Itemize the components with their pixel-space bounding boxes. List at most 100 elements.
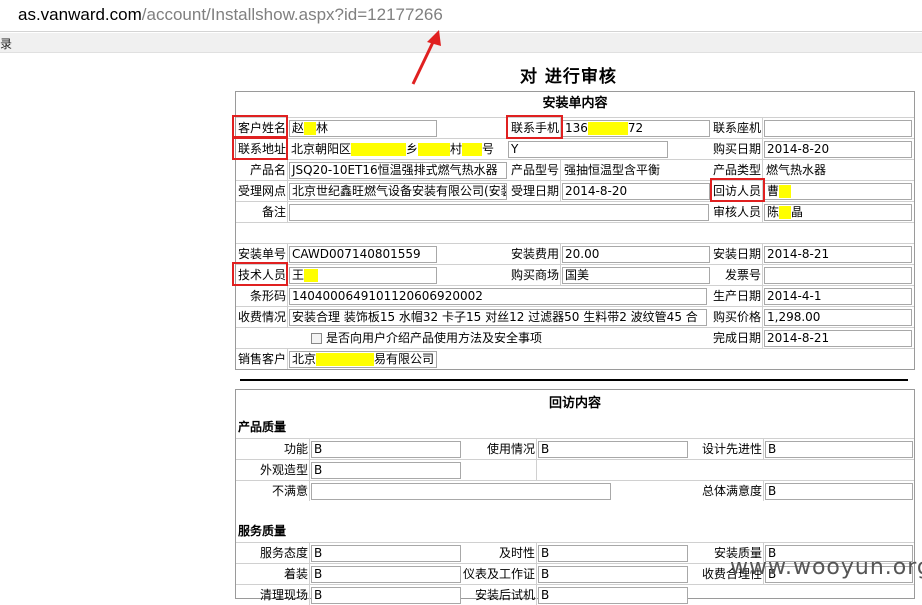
phone-field[interactable]: 136 72 — [562, 120, 710, 137]
func-label: 功能 — [236, 439, 310, 459]
prod-date-field[interactable]: 2014-4-1 — [764, 288, 912, 305]
tech-field[interactable]: 王 — [289, 267, 437, 284]
finish-date-label: 完成日期 — [712, 328, 763, 348]
redaction-mark — [351, 143, 407, 156]
design-label: 设计先进性 — [689, 439, 764, 459]
install-date-label: 安装日期 — [712, 244, 763, 264]
table-row: 功能 B 使用情况 B 设计先进性 B — [236, 438, 914, 459]
timely-label: 及时性 — [462, 543, 537, 563]
price-label: 购买价格 — [712, 307, 763, 327]
intro-checkbox-row[interactable]: 是否向用户介绍产品使用方法及安全事项 — [289, 328, 709, 348]
redaction-mark — [304, 269, 319, 282]
order-no-field[interactable]: CAWD007140801559 — [289, 246, 437, 263]
dress-field[interactable]: B — [311, 566, 461, 583]
sales-label: 销售客户 — [236, 349, 288, 369]
func-field[interactable]: B — [311, 441, 461, 458]
redaction-mark — [779, 206, 792, 219]
manner-field[interactable]: B — [538, 566, 688, 583]
appearance-field[interactable]: B — [311, 462, 461, 479]
customer-name-field[interactable]: 赵林 — [289, 120, 437, 137]
address-label: 联系地址 — [236, 139, 288, 159]
table-row: 联系地址 北京朝阳区乡村号 Y 购买日期 2014-8-20 — [236, 138, 914, 159]
quality-heading: 产品质量 — [238, 420, 287, 434]
usage-field[interactable]: B — [538, 441, 688, 458]
charge-label: 收费情况 — [236, 307, 288, 327]
redaction-mark — [462, 143, 483, 156]
address-bar[interactable]: as.vanward.com/account/Installshow.aspx?… — [0, 0, 922, 32]
invoice-label: 发票号 — [712, 265, 763, 285]
model-label: 产品型号 — [508, 160, 561, 180]
visitor-label: 回访人员 — [712, 181, 763, 201]
table-row: 备注 审核人员 陈晶 — [236, 201, 914, 222]
landline-field[interactable] — [764, 120, 912, 137]
mall-field[interactable]: 国美 — [562, 267, 710, 284]
product-name-field[interactable]: JSQ20-10ET16恒温强排式燃气热水器 — [289, 162, 507, 179]
accept-date-field[interactable]: 2014-8-20 — [562, 183, 710, 200]
table-row: 条形码 1404000649101120606920002 生产日期 2014-… — [236, 285, 914, 306]
table-row: 外观造型 B — [236, 459, 914, 480]
visit-section-title: 回访内容 — [548, 396, 601, 411]
auditor-field[interactable]: 陈晶 — [764, 204, 912, 221]
model-value: 强抽恒温型含平衡 — [564, 163, 661, 177]
menu-bar: 录 — [0, 33, 922, 53]
landline-label: 联系座机 — [712, 118, 763, 138]
remark-field[interactable] — [289, 204, 709, 221]
mall-label: 购买商场 — [508, 265, 561, 285]
product-name-label: 产品名 — [236, 160, 288, 180]
intro-checkbox[interactable] — [311, 333, 322, 344]
table-row: 收费情况 安装合理 装饰板15 水帽32 卡子15 对丝12 过滤器50 生料带… — [236, 306, 914, 327]
remark-label: 备注 — [236, 202, 288, 222]
overall-label: 总体满意度 — [689, 481, 764, 501]
barcode-field[interactable]: 1404000649101120606920002 — [289, 288, 707, 305]
dress-label: 着装 — [236, 564, 310, 584]
overall-field[interactable]: B — [765, 483, 913, 500]
table-row: 技术人员 王 购买商场 国美 发票号 — [236, 264, 914, 285]
annotation-arrow-icon — [411, 30, 441, 85]
unsatisfied-label: 不满意 — [236, 481, 310, 501]
redaction-mark — [587, 122, 628, 135]
unsatisfied-field[interactable] — [311, 483, 611, 500]
buy-date-field[interactable]: 2014-8-20 — [764, 141, 912, 158]
table-row: 产品名 JSQ20-10ET16恒温强排式燃气热水器 产品型号 强抽恒温型含平衡… — [236, 159, 914, 180]
barcode-label: 条形码 — [236, 286, 288, 306]
table-row: 不满意 总体满意度 B — [236, 480, 914, 501]
auditor-label: 审核人员 — [712, 202, 763, 222]
outlet-label: 受理网点 — [236, 181, 288, 201]
phone-label: 联系手机 — [508, 118, 561, 138]
tech-label: 技术人员 — [236, 265, 288, 285]
fee-field[interactable]: 20.00 — [562, 246, 710, 263]
charge-field[interactable]: 安装合理 装饰板15 水帽32 卡子15 对丝12 过滤器50 生料带2 波纹管… — [289, 309, 707, 326]
install-section: 安装单内容 客户姓名 赵林 联系手机 136 72 联系座机 联系地址 北京朝阳区… — [235, 91, 915, 370]
install-section-title: 安装单内容 — [542, 96, 608, 111]
empty-cell — [462, 460, 537, 480]
menu-item[interactable]: 录 — [0, 35, 12, 52]
price-field[interactable]: 1,298.00 — [764, 309, 912, 326]
attitude-label: 服务态度 — [236, 543, 310, 563]
attitude-field[interactable]: B — [311, 545, 461, 562]
finish-date-field[interactable]: 2014-8-21 — [764, 330, 912, 347]
design-field[interactable]: B — [765, 441, 913, 458]
sales-field[interactable]: 北京 易有限公司 — [289, 351, 437, 368]
visitor-field[interactable]: 曹 — [764, 183, 912, 200]
url-text[interactable]: as.vanward.com/account/Installshow.aspx?… — [18, 5, 443, 25]
redaction-mark — [779, 185, 792, 198]
prod-date-label: 生产日期 — [712, 286, 763, 306]
table-row: 销售客户 北京 易有限公司 — [236, 348, 914, 369]
invoice-field[interactable] — [764, 267, 912, 284]
accept-date-label: 受理日期 — [508, 181, 561, 201]
address-extra-field[interactable]: Y — [508, 141, 668, 158]
table-row: 清理现场 B 安装后试机 B — [236, 584, 914, 605]
table-row — [236, 222, 914, 243]
outlet-field[interactable]: 北京世纪鑫旺燃气设备安装有限公司(安装 — [289, 183, 507, 200]
table-row: 是否向用户介绍产品使用方法及安全事项 完成日期 2014-8-21 — [236, 327, 914, 348]
timely-field[interactable]: B — [538, 545, 688, 562]
manner-label: 仪表及工作证 — [462, 564, 537, 584]
section-divider — [240, 379, 908, 381]
redaction-mark — [418, 143, 451, 156]
table-row: 客户姓名 赵林 联系手机 136 72 联系座机 — [236, 117, 914, 138]
fee-label: 安装费用 — [508, 244, 561, 264]
customer-name-label: 客户姓名 — [236, 118, 288, 138]
install-date-field[interactable]: 2014-8-21 — [764, 246, 912, 263]
clean-label: 清理现场 — [236, 585, 310, 605]
order-no-label: 安装单号 — [236, 244, 288, 264]
